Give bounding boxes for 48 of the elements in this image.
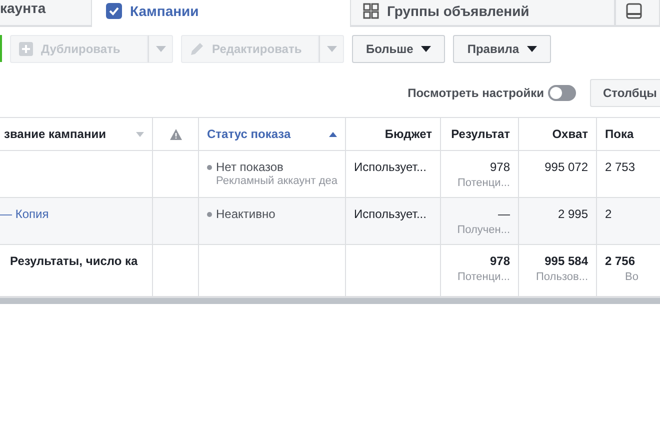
tab[interactable]: Кампании — [92, 0, 350, 27]
status-text: Неактивно — [216, 207, 276, 221]
status-text: Нет показов — [216, 160, 284, 174]
toolbar-button[interactable]: Больше — [352, 34, 446, 62]
impressions-type: Во — [625, 270, 640, 284]
duplicate-icon — [19, 42, 33, 56]
campaign-name-link[interactable]: — Копия — [0, 207, 144, 221]
create-button-edge[interactable] — [0, 35, 2, 62]
reach-value: 995 072 — [544, 160, 588, 174]
total-label: Результаты, число ка — [10, 254, 139, 268]
caret-icon — [527, 46, 538, 52]
toggle-switch[interactable] — [548, 84, 576, 100]
column-header[interactable]: Бюджет — [346, 118, 441, 150]
caret-icon — [156, 46, 166, 52]
scrollbar[interactable] — [0, 296, 660, 304]
column-header[interactable]: Результат — [441, 118, 519, 150]
reach-type: Пользов... — [536, 270, 588, 284]
result-type: Потенци... — [457, 270, 510, 284]
column-header[interactable]: Охват — [519, 118, 597, 150]
tab[interactable] — [615, 0, 660, 26]
settings-label: Посмотреть настройки — [408, 86, 544, 100]
caret-icon — [421, 46, 432, 52]
tab[interactable]: Группы объявлений — [350, 0, 615, 26]
pencil-icon — [190, 42, 204, 56]
tab[interactable]: каунта — [0, 0, 92, 26]
caret-icon — [326, 46, 336, 52]
warning-icon — [170, 128, 182, 140]
total-result: 978 — [490, 254, 510, 268]
budget-cell-text: Использует... — [354, 207, 428, 221]
toolbar-button[interactable]: Правила — [453, 34, 552, 62]
sort-up-icon — [329, 132, 337, 136]
reach-value: 2 995 — [558, 207, 588, 221]
budget-cell-text: Использует... — [354, 160, 428, 174]
impressions-value: 2 — [605, 207, 613, 221]
total-impressions: 2 756 — [605, 254, 636, 268]
total-reach: 995 584 — [544, 254, 588, 268]
result-value: 978 — [490, 160, 510, 174]
sort-down-icon — [136, 132, 144, 136]
impressions-value: 2 753 — [605, 160, 636, 174]
checkbox-icon — [106, 3, 122, 19]
grid-icon — [363, 3, 379, 19]
status-detail: Рекламный аккаунт деа — [216, 174, 337, 188]
result-value: — — [498, 207, 510, 221]
result-type: Получен... — [457, 223, 510, 237]
columns-button[interactable]: Столбцы — [590, 78, 660, 106]
column-header[interactable]: Пока — [597, 118, 660, 150]
result-type: Потенци... — [457, 176, 510, 190]
column-header[interactable]: звание кампании — [0, 118, 153, 150]
